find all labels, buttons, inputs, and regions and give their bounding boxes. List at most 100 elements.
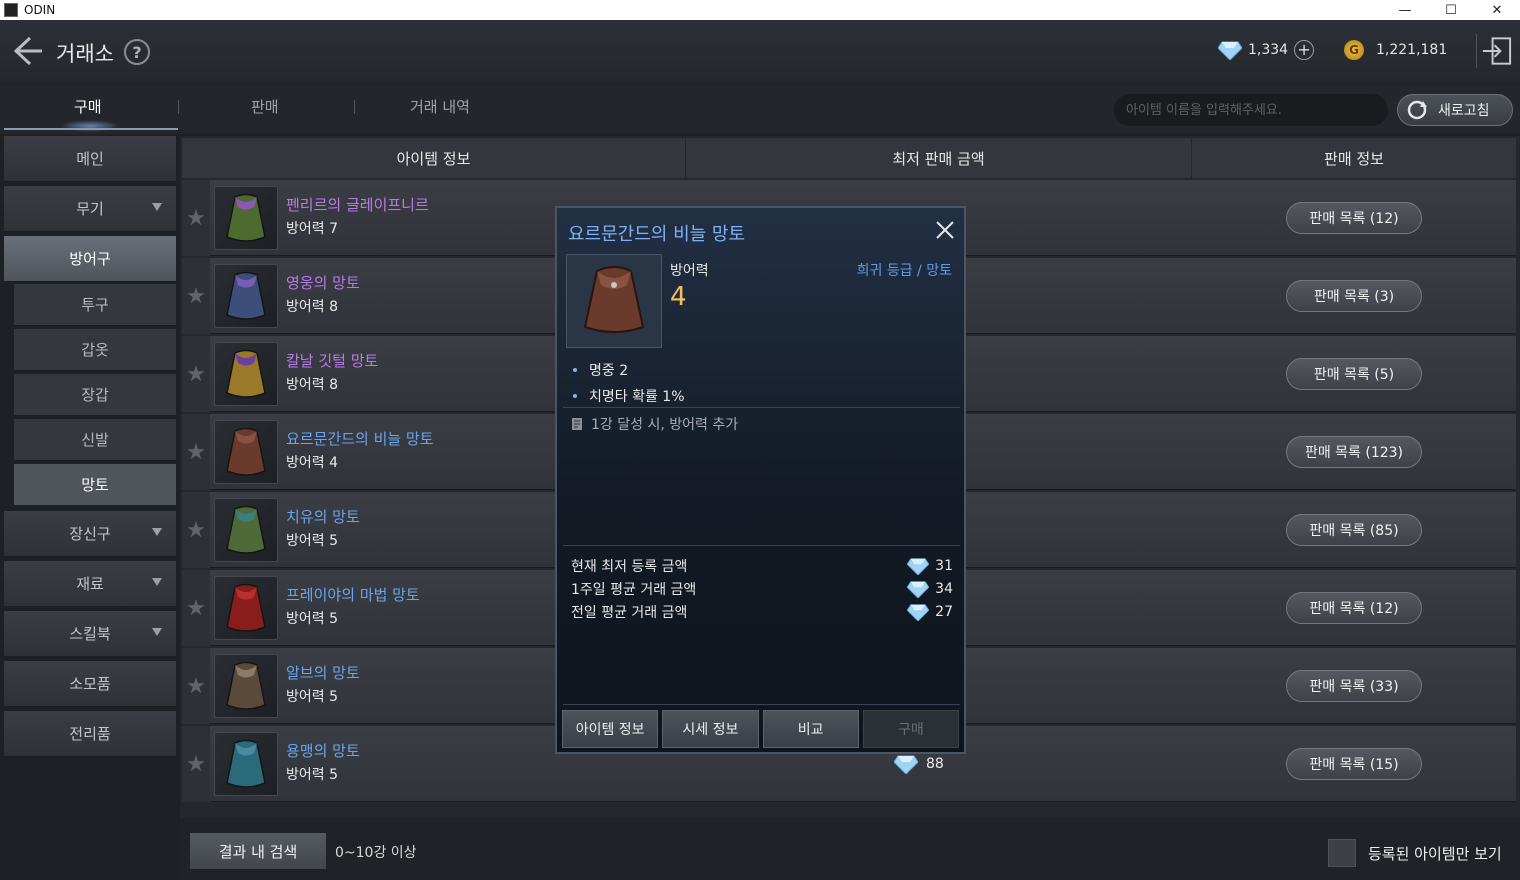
item-stat: 방어력 8 xyxy=(286,377,338,393)
favorite-star-icon[interactable]: ★ xyxy=(182,258,210,334)
option-text: 치명타 확률 1% xyxy=(589,389,685,405)
sidebar-subitem-gloves[interactable]: 장갑 xyxy=(14,374,176,416)
favorite-star-icon[interactable]: ★ xyxy=(182,180,210,256)
item-thumbnail xyxy=(566,254,662,348)
diamond-icon xyxy=(894,755,918,774)
sidebar-item-label: 스킬북 xyxy=(69,625,111,643)
favorite-star-icon[interactable]: ★ xyxy=(182,336,210,412)
sale-list-button[interactable]: 판매 목록 (123) xyxy=(1286,436,1422,468)
sidebar-item-label: 망토 xyxy=(81,476,109,494)
item-info-button[interactable]: 아이템 정보 xyxy=(562,710,659,748)
item-name[interactable]: 프레이야의 마법 망토 xyxy=(286,584,420,605)
back-arrow-icon[interactable] xyxy=(10,34,46,68)
price-label: 1주일 평균 거래 금액 xyxy=(571,581,697,598)
cloak-icon xyxy=(226,193,266,242)
sale-list-button[interactable]: 판매 목록 (12) xyxy=(1286,592,1422,624)
item-name[interactable]: 칼날 깃털 망토 xyxy=(286,350,378,371)
item-search-input[interactable] xyxy=(1114,94,1388,126)
column-header-lowest-price: 최저 판매 금액 xyxy=(686,138,1192,178)
registered-only-label[interactable]: 등록된 아이템만 보기 xyxy=(1368,843,1502,864)
tab-buy[interactable]: 구매 xyxy=(74,96,102,117)
sale-list-button[interactable]: 판매 목록 (33) xyxy=(1286,670,1422,702)
sidebar-subitem-boots[interactable]: 신발 xyxy=(14,419,176,461)
item-stat: 방어력 4 xyxy=(286,455,338,471)
sale-list-button[interactable]: 판매 목록 (85) xyxy=(1286,514,1422,546)
favorite-star-icon[interactable]: ★ xyxy=(182,414,210,490)
registered-only-checkbox[interactable] xyxy=(1328,839,1356,867)
popup-stat-value: 4 xyxy=(670,282,687,312)
refresh-button[interactable]: 새로고침 xyxy=(1397,94,1513,126)
item-name[interactable]: 용맹의 망토 xyxy=(286,740,360,761)
option-text: 명중 2 xyxy=(589,363,629,379)
buy-button[interactable]: 구매 xyxy=(862,710,959,748)
enhance-filter-text: 0~10강 이상 xyxy=(335,845,417,861)
close-window-button[interactable]: ✕ xyxy=(1474,0,1520,20)
chevron-down-icon xyxy=(152,528,162,536)
item-name[interactable]: 영웅의 망토 xyxy=(286,272,360,293)
sidebar-item-label: 전리품 xyxy=(69,725,111,743)
compare-button[interactable]: 비교 xyxy=(762,710,859,748)
sidebar-subitem-body[interactable]: 갑옷 xyxy=(14,329,176,371)
chevron-down-icon xyxy=(152,203,162,211)
bullet-icon xyxy=(573,368,577,372)
sidebar-item-label: 장갑 xyxy=(81,386,109,404)
favorite-star-icon[interactable]: ★ xyxy=(182,726,210,802)
category-sidebar: 메인 무기 방어구 투구 갑옷 장갑 신발 망토 장신구 재료 스킬북 소모품 … xyxy=(0,134,180,880)
help-icon[interactable]: ? xyxy=(124,39,150,65)
item-stat: 방어력 8 xyxy=(286,299,338,315)
sale-list-button[interactable]: 판매 목록 (5) xyxy=(1286,358,1422,390)
option-line: 치명타 확률 1% xyxy=(573,386,685,406)
favorite-star-icon[interactable]: ★ xyxy=(182,570,210,646)
popup-title: 요르문간드의 비늘 망토 xyxy=(568,224,746,245)
sale-list-button[interactable]: 판매 목록 (12) xyxy=(1286,202,1422,234)
gold-amount: 1,221,181 xyxy=(1376,42,1448,58)
tab-sell[interactable]: 판매 xyxy=(251,96,279,117)
item-stat: 방어력 5 xyxy=(286,533,338,549)
chevron-down-icon xyxy=(152,628,162,636)
sidebar-subitem-helmet[interactable]: 투구 xyxy=(14,284,176,326)
popup-options: 명중 2 치명타 확률 1% xyxy=(573,360,685,412)
favorite-star-icon[interactable]: ★ xyxy=(182,492,210,568)
tab-history[interactable]: 거래 내역 xyxy=(410,96,470,117)
sidebar-item-material[interactable]: 재료 xyxy=(4,561,176,607)
item-name[interactable]: 펜리르의 글레이프니르 xyxy=(286,194,429,215)
item-thumbnail xyxy=(214,264,278,328)
filter-search-button[interactable]: 결과 내 검색 xyxy=(190,833,326,869)
add-diamonds-button[interactable]: + xyxy=(1294,40,1315,60)
popup-grade: 희귀 등급 / 망토 xyxy=(856,263,952,279)
sidebar-item-loot[interactable]: 전리품 xyxy=(4,711,176,757)
chevron-down-icon xyxy=(152,578,162,586)
exit-icon[interactable] xyxy=(1476,34,1514,68)
refresh-icon xyxy=(1407,100,1427,120)
price-amount: 31 xyxy=(935,557,953,574)
sale-list-button[interactable]: 판매 목록 (15) xyxy=(1286,748,1422,780)
item-name[interactable]: 요르문간드의 비늘 망토 xyxy=(286,428,434,449)
sidebar-item-skillbook[interactable]: 스킬북 xyxy=(4,611,176,657)
sidebar-item-armor[interactable]: 방어구 xyxy=(4,236,176,282)
minimize-button[interactable]: — xyxy=(1382,0,1428,20)
close-icon[interactable] xyxy=(933,218,957,242)
item-stat: 방어력 5 xyxy=(286,689,338,705)
item-name[interactable]: 치유의 망토 xyxy=(286,506,360,527)
sidebar-item-weapon[interactable]: 무기 xyxy=(4,186,176,232)
favorite-star-icon[interactable]: ★ xyxy=(182,648,210,724)
popup-actions: 아이템 정보 시세 정보 비교 구매 xyxy=(562,710,959,748)
sidebar-item-accessory[interactable]: 장신구 xyxy=(4,511,176,557)
sidebar-item-main[interactable]: 메인 xyxy=(4,136,176,182)
market-info-button[interactable]: 시세 정보 xyxy=(662,710,759,748)
diamond-icon xyxy=(907,580,930,598)
sidebar-item-consumable[interactable]: 소모품 xyxy=(4,661,176,707)
sidebar-item-label: 신발 xyxy=(81,431,109,449)
sidebar-subitem-cloak[interactable]: 망토 xyxy=(14,464,176,506)
maximize-button[interactable]: ☐ xyxy=(1428,0,1474,20)
tabs-row: 구매 판매 거래 내역 새로고침 xyxy=(0,82,1520,134)
diamond-icon xyxy=(907,603,930,621)
item-name[interactable]: 알브의 망토 xyxy=(286,662,360,683)
table-header: 아이템 정보 최저 판매 금액 판매 정보 xyxy=(182,138,1516,178)
sidebar-item-label: 재료 xyxy=(76,575,104,593)
sale-list-button[interactable]: 판매 목록 (3) xyxy=(1286,280,1422,312)
item-thumbnail xyxy=(214,732,278,796)
cloak-icon xyxy=(226,661,266,710)
window-controls: — ☐ ✕ xyxy=(1382,0,1520,20)
cloak-icon xyxy=(226,349,266,398)
